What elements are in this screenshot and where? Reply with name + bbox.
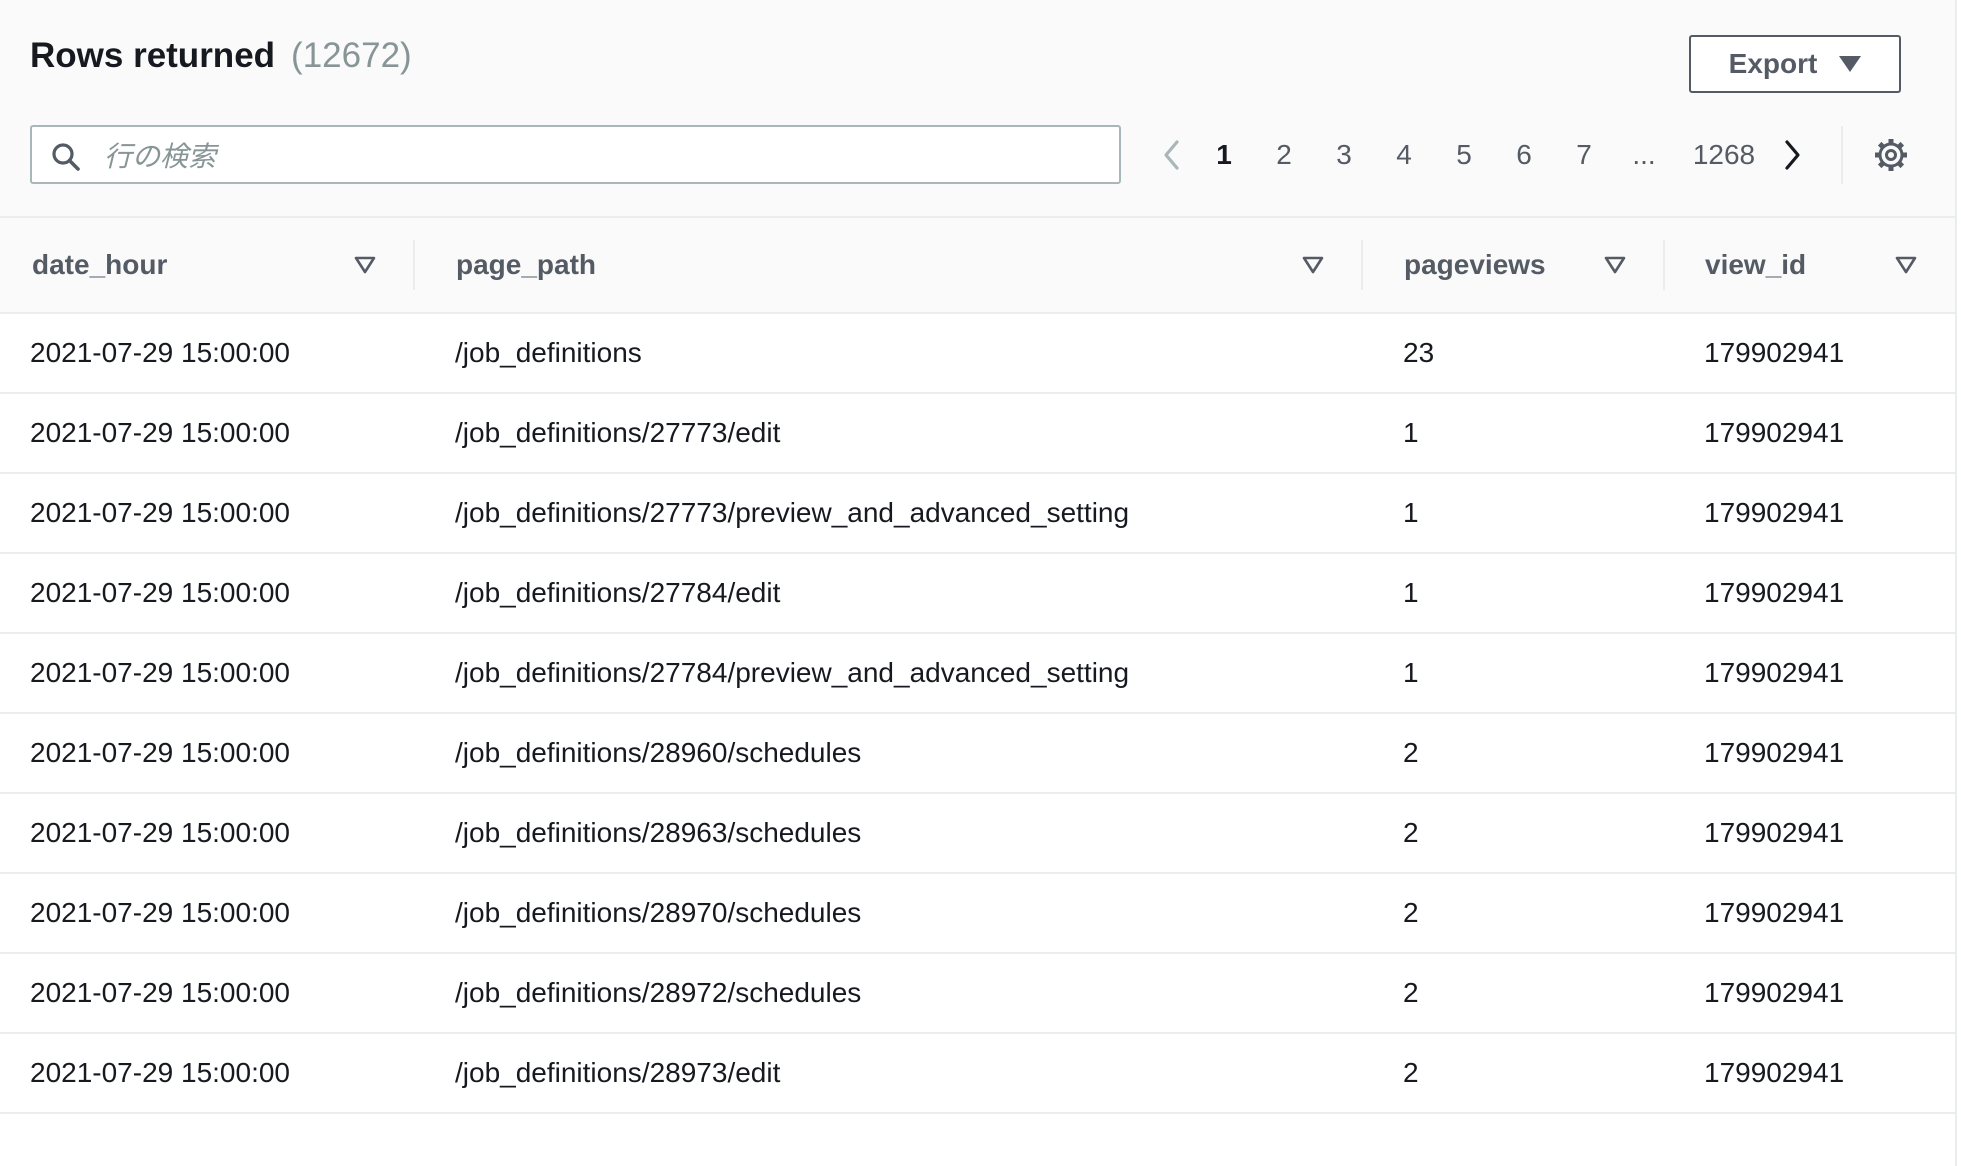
cell-view-id: 179902941 [1704,337,1845,368]
page-4-button[interactable]: 4 [1374,125,1434,184]
page-7-button[interactable]: 7 [1554,125,1614,184]
page-1-button[interactable]: 1 [1194,125,1254,184]
table-row[interactable]: 2021-07-29 15:00:00 /job_definitions/289… [0,1034,1955,1114]
cell-date-hour: 2021-07-29 15:00:00 [30,977,290,1008]
column-header-label: page_path [456,249,597,280]
search-box[interactable] [30,125,1121,184]
page-3-button[interactable]: 3 [1314,125,1374,184]
prev-page-button[interactable] [1150,125,1194,184]
sort-triangle-icon[interactable] [1604,255,1626,275]
column-separator[interactable] [1361,240,1363,290]
cell-view-id: 179902941 [1704,657,1845,688]
cell-pageviews: 2 [1403,817,1419,848]
cell-view-id: 179902941 [1704,897,1845,928]
cell-pageviews: 2 [1403,1057,1419,1088]
chevron-left-icon [1164,139,1179,170]
table-row[interactable]: 2021-07-29 15:00:00 /job_definitions/289… [0,794,1955,874]
results-title-label: Rows returned [30,36,276,75]
toolbar-divider [1841,126,1843,184]
cell-page-path: /job_definitions [455,337,642,368]
column-header-view-id[interactable]: view_id [1705,218,1935,312]
table-row[interactable]: 2021-07-29 15:00:00 /job_definitions/277… [0,394,1955,474]
cell-view-id: 179902941 [1704,977,1845,1008]
column-header-label: view_id [1705,249,1807,280]
cell-view-id: 179902941 [1704,417,1845,448]
cell-page-path: /job_definitions/27773/edit [455,417,781,448]
gear-icon[interactable] [1873,137,1909,173]
cell-pageviews: 2 [1403,977,1419,1008]
column-header-date-hour[interactable]: date_hour [32,218,417,312]
cell-view-id: 179902941 [1704,497,1845,528]
cell-date-hour: 2021-07-29 15:00:00 [30,497,290,528]
column-header-label: date_hour [32,249,168,280]
cell-date-hour: 2021-07-29 15:00:00 [30,897,290,928]
cell-page-path: /job_definitions/28970/schedules [455,897,862,928]
cell-view-id: 179902941 [1704,1057,1845,1088]
cell-page-path: /job_definitions/27784/preview_and_advan… [455,657,1130,688]
table-row[interactable]: 2021-07-29 15:00:00 /job_definitions/277… [0,554,1955,634]
sort-triangle-icon[interactable] [1895,255,1917,275]
sort-triangle-icon[interactable] [354,255,376,275]
cell-pageviews: 23 [1403,337,1435,368]
results-table: date_hour page_path pageviews view_id 20… [0,218,1955,1114]
cell-date-hour: 2021-07-29 15:00:00 [30,657,290,688]
export-button-label: Export [1728,48,1818,79]
cell-pageviews: 1 [1403,657,1419,688]
page-last-button[interactable]: 1268 [1678,125,1770,184]
table-row[interactable]: 2021-07-29 15:00:00 /job_definitions 23 … [0,314,1955,394]
cell-pageviews: 2 [1403,737,1419,768]
column-separator[interactable] [1663,240,1665,290]
cell-pageviews: 2 [1403,897,1419,928]
sort-triangle-icon[interactable] [1302,255,1324,275]
column-header-pageviews[interactable]: pageviews [1404,218,1664,312]
panel-edge-divider [1955,0,1957,1166]
results-title: Rows returned (12672) [30,36,412,76]
results-panel: Rows returned (12672) Export 1 2 3 4 5 [0,0,1955,1166]
table-row[interactable]: 2021-07-29 15:00:00 /job_definitions/289… [0,714,1955,794]
pagination: 1 2 3 4 5 6 7 ... 1268 [1150,125,1814,184]
cell-page-path: /job_definitions/28963/schedules [455,817,862,848]
cell-page-path: /job_definitions/28973/edit [455,1057,781,1088]
results-count: (12672) [291,36,412,75]
column-header-page-path[interactable]: page_path [456,218,1356,312]
column-header-label: pageviews [1404,249,1546,280]
cell-page-path: /job_definitions/27773/preview_and_advan… [455,497,1130,528]
table-header: date_hour page_path pageviews view_id [0,218,1955,314]
search-icon [52,143,80,171]
caret-down-icon [1839,56,1862,72]
cell-date-hour: 2021-07-29 15:00:00 [30,737,290,768]
table-row[interactable]: 2021-07-29 15:00:00 /job_definitions/277… [0,634,1955,714]
pagination-ellipsis: ... [1632,138,1656,170]
cell-pageviews: 1 [1403,577,1419,608]
cell-date-hour: 2021-07-29 15:00:00 [30,817,290,848]
export-button[interactable]: Export [1689,35,1901,93]
cell-date-hour: 2021-07-29 15:00:00 [30,417,290,448]
page-6-button[interactable]: 6 [1494,125,1554,184]
page-2-button[interactable]: 2 [1254,125,1314,184]
column-separator[interactable] [413,240,415,290]
table-row[interactable]: 2021-07-29 15:00:00 /job_definitions/289… [0,874,1955,954]
cell-date-hour: 2021-07-29 15:00:00 [30,577,290,608]
results-header: Rows returned (12672) Export 1 2 3 4 5 [0,0,1955,218]
cell-page-path: /job_definitions/28960/schedules [455,737,862,768]
table-row[interactable]: 2021-07-29 15:00:00 /job_definitions/289… [0,954,1955,1034]
page-5-button[interactable]: 5 [1434,125,1494,184]
cell-pageviews: 1 [1403,417,1419,448]
next-page-button[interactable] [1770,125,1814,184]
cell-pageviews: 1 [1403,497,1419,528]
cell-page-path: /job_definitions/27784/edit [455,577,781,608]
cell-view-id: 179902941 [1704,737,1845,768]
cell-date-hour: 2021-07-29 15:00:00 [30,337,290,368]
search-input[interactable] [102,133,1106,179]
chevron-right-icon [1785,139,1800,170]
cell-date-hour: 2021-07-29 15:00:00 [30,1057,290,1088]
cell-view-id: 179902941 [1704,817,1845,848]
cell-view-id: 179902941 [1704,577,1845,608]
table-row[interactable]: 2021-07-29 15:00:00 /job_definitions/277… [0,474,1955,554]
cell-page-path: /job_definitions/28972/schedules [455,977,862,1008]
